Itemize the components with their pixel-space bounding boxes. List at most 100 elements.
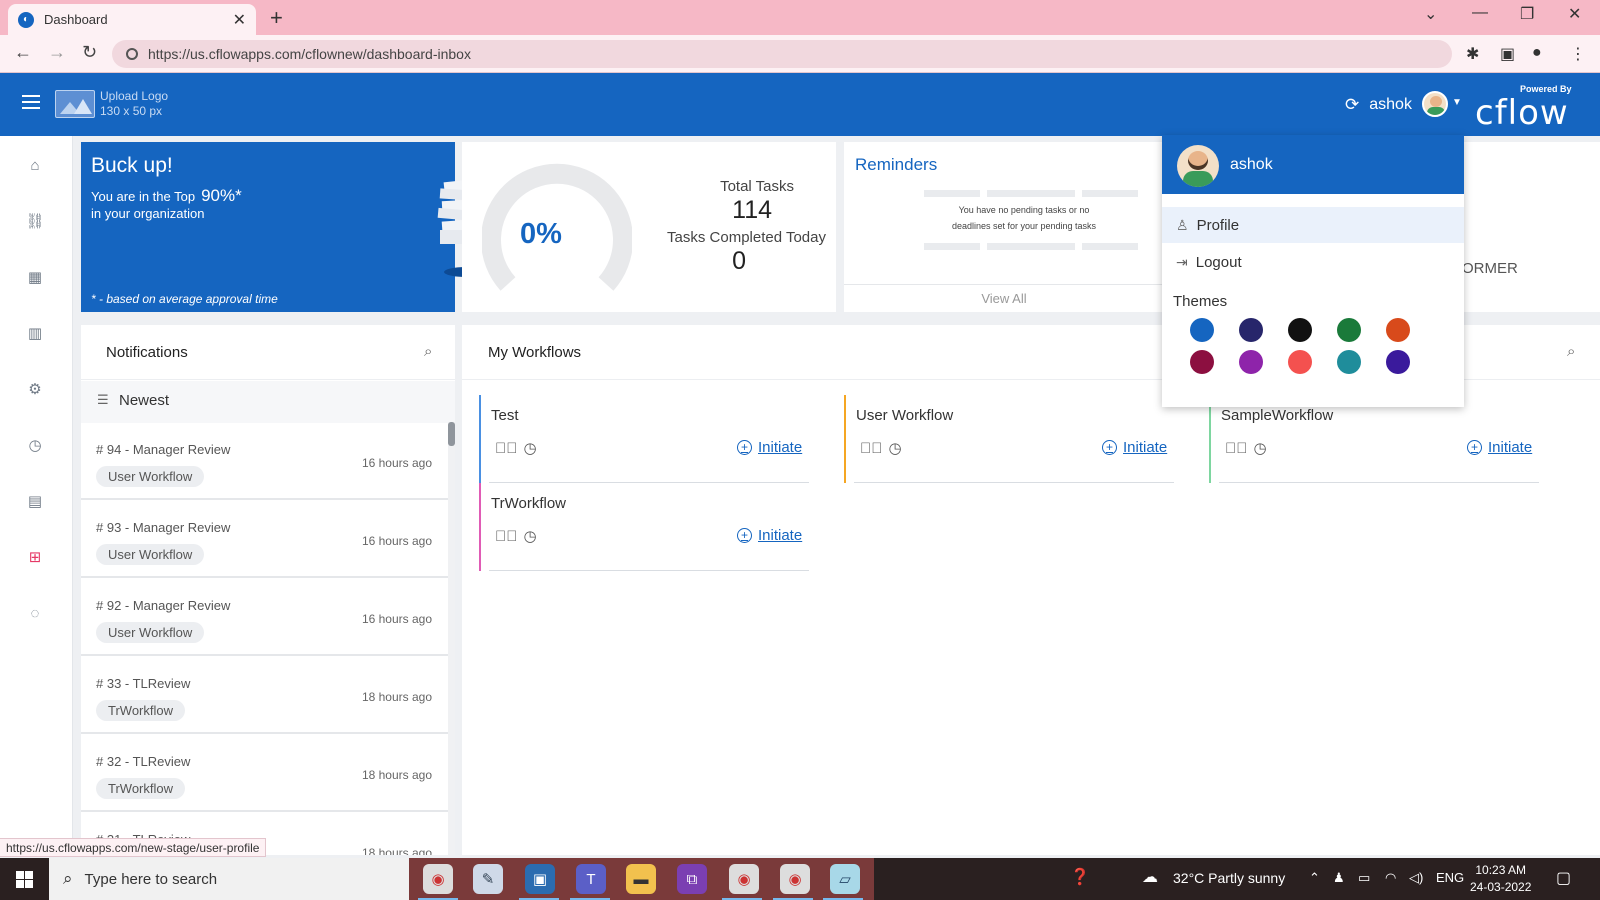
tab-search-chevron-icon[interactable]: ⌄ <box>1424 4 1437 24</box>
theme-swatch[interactable] <box>1288 318 1312 342</box>
header-user[interactable]: ⟳ ashok <box>1345 95 1412 115</box>
volume-icon[interactable]: ◁) <box>1409 870 1423 886</box>
file-explorer-icon[interactable]: ▬ <box>626 864 656 894</box>
initiate-button[interactable]: + Initiate <box>1102 439 1167 456</box>
workflow-card: User Workflow ✓⃝◷ + Initiate <box>844 395 1174 483</box>
language-indicator[interactable]: ENG <box>1436 870 1464 885</box>
weather-text[interactable]: 32°C Partly sunny <box>1173 870 1285 886</box>
theme-swatch[interactable] <box>1190 350 1214 374</box>
clock-date: 24-03-2022 <box>1470 880 1532 894</box>
org-chart-icon[interactable]: ⊞ <box>24 546 46 568</box>
close-window-button[interactable]: ✕ <box>1568 4 1581 24</box>
url-field[interactable]: https://us.cflowapps.com/cflownew/dashbo… <box>112 40 1452 68</box>
taskbar-search-box[interactable]: ⌕ Type here to search <box>49 858 409 900</box>
initiate-button[interactable]: + Initiate <box>737 527 802 544</box>
workflow-icon[interactable]: ⛓ <box>24 210 46 232</box>
initiate-button[interactable]: + Initiate <box>737 439 802 456</box>
workflow-status-icons[interactable]: ✓⃝◷ <box>1225 439 1273 457</box>
clock-icon[interactable]: ◷ <box>524 528 543 545</box>
weather-icon[interactable]: ☁ <box>1142 867 1158 887</box>
support-icon[interactable]: ◌ <box>24 602 46 624</box>
help-icon[interactable]: ❓ <box>1070 867 1090 887</box>
site-info-icon[interactable] <box>126 48 138 60</box>
theme-swatch[interactable] <box>1337 318 1361 342</box>
menu-icon[interactable] <box>22 95 40 109</box>
clock-icon[interactable]: ◷ <box>889 440 908 457</box>
browser-menu-icon[interactable]: ⋮ <box>1570 44 1586 64</box>
theme-swatch[interactable] <box>1239 318 1263 342</box>
user-menu-header: ashok <box>1162 135 1464 194</box>
notification-item[interactable]: # 94 - Manager Review User Workflow 16 h… <box>81 424 448 500</box>
chrome-profile-icon[interactable]: ◉ <box>780 864 810 894</box>
windows-start-icon[interactable] <box>16 871 33 888</box>
search-icon[interactable]: ⌕ <box>1567 343 1575 360</box>
partially-hidden-card-text: ORMER <box>1462 260 1518 277</box>
workflow-status-icons[interactable]: ✓⃝◷ <box>495 439 543 457</box>
reload-button[interactable]: ↻ <box>82 42 97 63</box>
user-settings-icon[interactable]: ⚙ <box>24 378 46 400</box>
extensions-icon[interactable]: ✱ <box>1466 44 1479 64</box>
reminders-card: Reminders You have no pending tasks or n… <box>844 142 1164 312</box>
teams-app-icon[interactable]: T <box>576 864 606 894</box>
theme-swatch[interactable] <box>1386 350 1410 374</box>
profile-avatar-icon[interactable]: ● <box>1532 44 1542 62</box>
paint-app-icon[interactable]: ✎ <box>473 864 503 894</box>
clock-icon[interactable]: ◷ <box>1254 440 1273 457</box>
calendar-icon[interactable]: ▦ <box>24 266 46 288</box>
theme-swatch[interactable] <box>1386 318 1410 342</box>
theme-swatch[interactable] <box>1337 350 1361 374</box>
workflow-tag: User Workflow <box>96 544 205 565</box>
close-tab-icon[interactable]: ✕ <box>233 10 246 30</box>
visual-studio-icon[interactable]: ⧉ <box>677 864 707 894</box>
wifi-icon[interactable]: ◠ <box>1385 870 1396 886</box>
sort-dropdown[interactable]: ☰ Newest <box>81 381 455 423</box>
notifications-center-icon[interactable]: ▢ <box>1556 868 1571 888</box>
minimize-button[interactable]: — <box>1472 4 1488 22</box>
notification-item[interactable]: # 93 - Manager Review User Workflow 16 h… <box>81 502 448 578</box>
notifications-scrollbar[interactable] <box>448 422 455 855</box>
dashboard-icon[interactable]: ▤ <box>24 490 46 512</box>
view-all-link[interactable]: View All <box>844 284 1164 312</box>
logo-placeholder-icon[interactable] <box>55 90 95 118</box>
profile-menu-item[interactable]: ♙ Profile <box>1162 207 1464 243</box>
store-app-icon[interactable]: ▣ <box>525 864 555 894</box>
approved-check-icon[interactable]: ✓⃝ <box>860 440 889 457</box>
theme-swatch[interactable] <box>1288 350 1312 374</box>
approved-check-icon[interactable]: ✓⃝ <box>1225 440 1254 457</box>
side-panel-icon[interactable]: ▣ <box>1500 44 1515 64</box>
logout-menu-item[interactable]: ⇥ Logout <box>1162 244 1464 280</box>
chrome-active-icon[interactable]: ◉ <box>729 864 759 894</box>
home-icon[interactable]: ⌂ <box>24 154 46 176</box>
back-button[interactable]: ← <box>14 42 32 63</box>
themes-label: Themes <box>1173 293 1228 310</box>
chevron-down-icon[interactable]: ▼ <box>1452 97 1462 108</box>
battery-icon[interactable]: ▭ <box>1358 870 1370 886</box>
clock-icon[interactable]: ◷ <box>524 440 543 457</box>
scrollbar-thumb[interactable] <box>448 422 455 446</box>
theme-swatch[interactable] <box>1190 318 1214 342</box>
notepad-app-icon[interactable]: ▱ <box>830 864 860 894</box>
notification-item[interactable]: # 92 - Manager Review User Workflow 16 h… <box>81 580 448 656</box>
restore-button[interactable]: ❐ <box>1520 4 1534 24</box>
system-clock[interactable]: 10:23 AM 24-03-2022 <box>1470 862 1531 896</box>
chrome-app-icon[interactable]: ◉ <box>423 864 453 894</box>
initiate-button[interactable]: + Initiate <box>1467 439 1532 456</box>
rocket-icon[interactable]: ⟳ <box>1345 95 1359 115</box>
header-avatar[interactable] <box>1422 91 1448 117</box>
chevron-up-icon[interactable]: ⌃ <box>1309 870 1320 886</box>
search-icon[interactable]: ⌕ <box>424 343 432 360</box>
browser-tab[interactable]: ◐ Dashboard ✕ <box>8 4 256 35</box>
reports-icon[interactable]: ▥ <box>24 322 46 344</box>
approved-check-icon[interactable]: ✓⃝ <box>495 440 524 457</box>
approved-check-icon[interactable]: ✓⃝ <box>495 528 524 545</box>
new-tab-button[interactable]: + <box>270 5 283 31</box>
workflow-status-icons[interactable]: ✓⃝◷ <box>860 439 908 457</box>
teams-tray-icon[interactable]: ♟ <box>1333 870 1345 886</box>
upload-logo-text[interactable]: Upload Logo 130 x 50 px <box>100 89 168 119</box>
notification-item[interactable]: # 32 - TLReview TrWorkflow 18 hours ago <box>81 736 448 812</box>
history-icon[interactable]: ◷ <box>24 434 46 456</box>
workflow-status-icons[interactable]: ✓⃝◷ <box>495 527 543 545</box>
forward-button[interactable]: → <box>48 42 66 63</box>
theme-swatch[interactable] <box>1239 350 1263 374</box>
notification-item[interactable]: # 33 - TLReview TrWorkflow 18 hours ago <box>81 658 448 734</box>
